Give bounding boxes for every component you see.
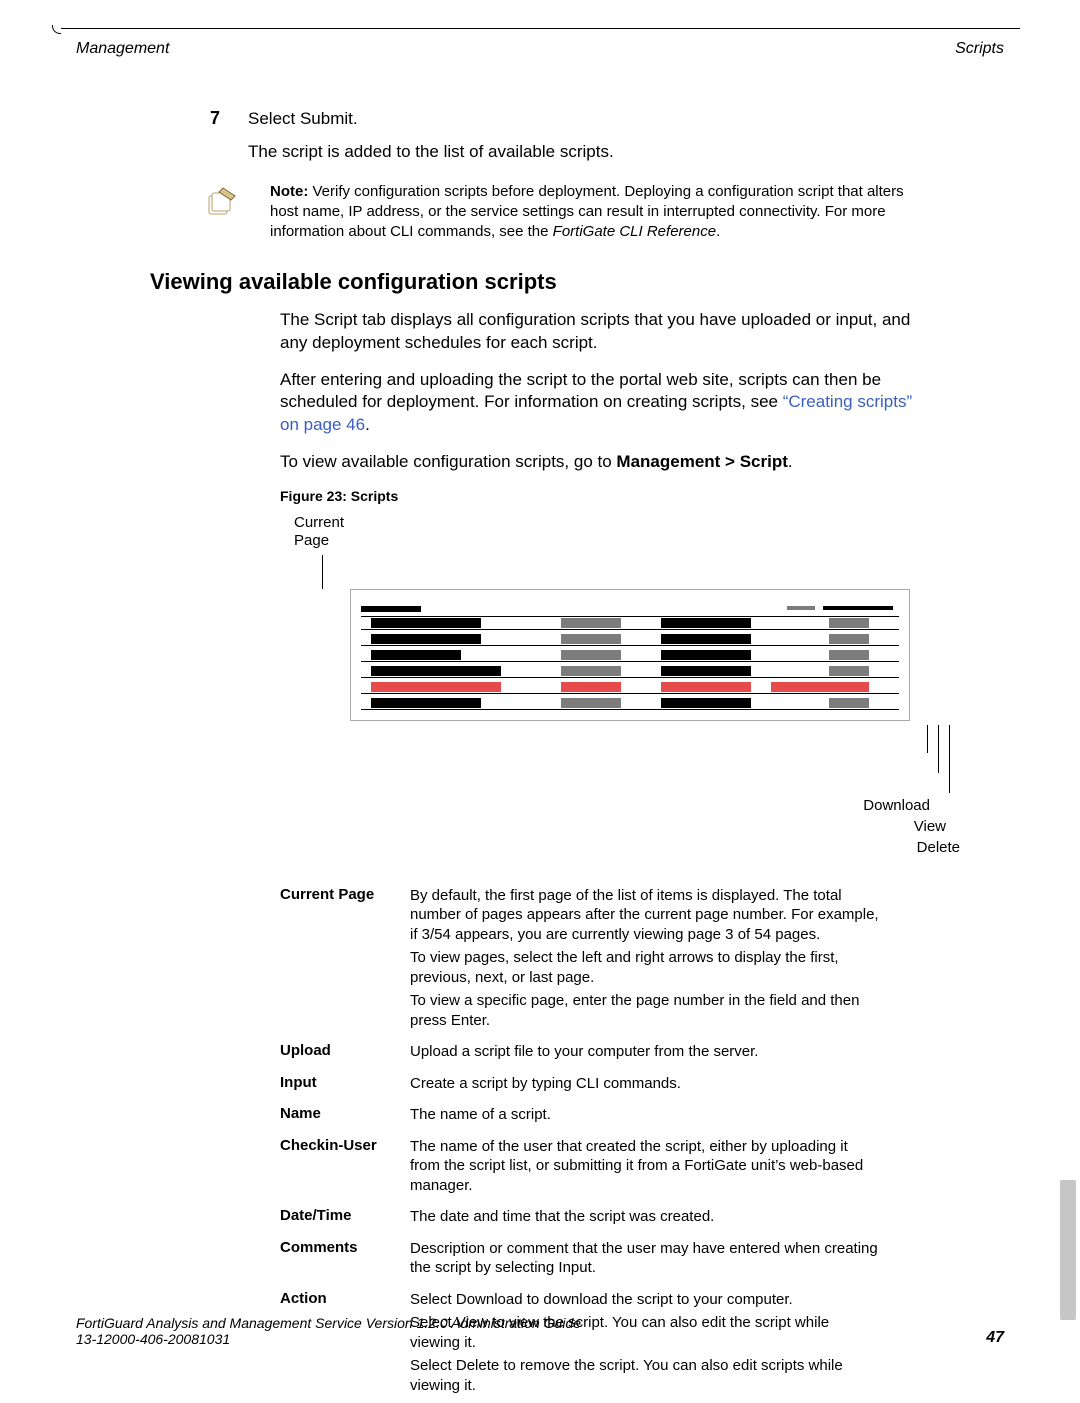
note-text: Note: Verify configuration scripts befor… <box>270 182 930 243</box>
callout-leader <box>322 555 323 589</box>
figure-area: Current Page <box>280 514 930 856</box>
note-icon <box>190 182 252 243</box>
desc-checkin-user: The name of the user that created the sc… <box>410 1133 890 1204</box>
table-row: Current Page By default, the first page … <box>280 882 890 1039</box>
desc-text: The date and time that the script was cr… <box>410 1207 880 1227</box>
term-date-time: Date/Time <box>280 1203 410 1235</box>
callout-delete: Delete <box>690 839 960 856</box>
desc-date-time: The date and time that the script was cr… <box>410 1203 890 1235</box>
figure-screenshot <box>350 589 910 721</box>
section-heading: Viewing available configuration scripts <box>150 269 930 295</box>
note-tail: . <box>716 223 720 240</box>
note-reference: FortiGate CLI Reference <box>553 223 716 240</box>
desc-upload: Upload a script file to your computer fr… <box>410 1038 890 1070</box>
step-number: 7 <box>150 108 220 164</box>
figure-caption: Figure 23: Scripts <box>280 488 930 504</box>
desc-text: The name of the user that created the sc… <box>410 1137 880 1196</box>
desc-text: By default, the first page of the list o… <box>410 886 880 945</box>
table-row: Date/Time The date and time that the scr… <box>280 1203 890 1235</box>
term-input: Input <box>280 1070 410 1102</box>
term-current-page: Current Page <box>280 882 410 1039</box>
page-number: 47 <box>986 1329 1004 1347</box>
desc-text: Select Delete to remove the script. You … <box>410 1356 880 1395</box>
note-label: Note: <box>270 183 308 200</box>
nav-path: Management > Script <box>616 452 787 471</box>
desc-text: Create a script by typing CLI commands. <box>410 1074 880 1094</box>
footer-left: FortiGuard Analysis and Management Servi… <box>76 1315 581 1347</box>
table-row: Name The name of a script. <box>280 1101 890 1133</box>
desc-input: Create a script by typing CLI commands. <box>410 1070 890 1102</box>
term-name: Name <box>280 1101 410 1133</box>
desc-text: To view pages, select the left and right… <box>410 948 880 987</box>
term-comments: Comments <box>280 1235 410 1286</box>
desc-name: The name of a script. <box>410 1101 890 1133</box>
footer-line2: 13-12000-406-20081031 <box>76 1331 581 1347</box>
desc-current-page: By default, the first page of the list o… <box>410 882 890 1039</box>
header-rule <box>60 28 1020 29</box>
footer-line1: FortiGuard Analysis and Management Servi… <box>76 1315 581 1331</box>
callout-view: View <box>690 818 946 835</box>
desc-text: Select Download to download the script t… <box>410 1290 880 1310</box>
table-row: Comments Description or comment that the… <box>280 1235 890 1286</box>
paragraph-2: After entering and uploading the script … <box>280 369 930 438</box>
callout-leader-download <box>927 725 928 753</box>
desc-comments: Description or comment that the user may… <box>410 1235 890 1286</box>
term-upload: Upload <box>280 1038 410 1070</box>
paragraph-1: The Script tab displays all configuratio… <box>280 309 930 355</box>
desc-text: The name of a script. <box>410 1105 880 1125</box>
desc-text: Upload a script file to your computer fr… <box>410 1042 880 1062</box>
paragraph-3: To view available configuration scripts,… <box>280 451 930 474</box>
callout-leader-delete <box>949 725 950 793</box>
callout-current-page-l2: Page <box>294 532 930 549</box>
paragraph-3c: . <box>788 452 793 471</box>
paragraph-2b: . <box>365 415 370 434</box>
term-checkin-user: Checkin-User <box>280 1133 410 1204</box>
running-head-right: Scripts <box>955 40 1004 58</box>
desc-text: To view a specific page, enter the page … <box>410 991 880 1030</box>
table-row: Upload Upload a script file to your comp… <box>280 1038 890 1070</box>
callout-download: Download <box>690 797 930 814</box>
callout-current-page-l1: Current <box>294 514 930 531</box>
paragraph-3a: To view available configuration scripts,… <box>280 452 616 471</box>
step-text-1: Select Submit. <box>248 108 930 131</box>
table-row: Input Create a script by typing CLI comm… <box>280 1070 890 1102</box>
scrollbar-thumb[interactable] <box>1060 1180 1076 1320</box>
table-row: Checkin-User The name of the user that c… <box>280 1133 890 1204</box>
step-text-2: The script is added to the list of avail… <box>248 141 930 164</box>
callout-leader-view <box>938 725 939 773</box>
desc-text: Description or comment that the user may… <box>410 1239 880 1278</box>
running-head-left: Management <box>76 40 169 58</box>
